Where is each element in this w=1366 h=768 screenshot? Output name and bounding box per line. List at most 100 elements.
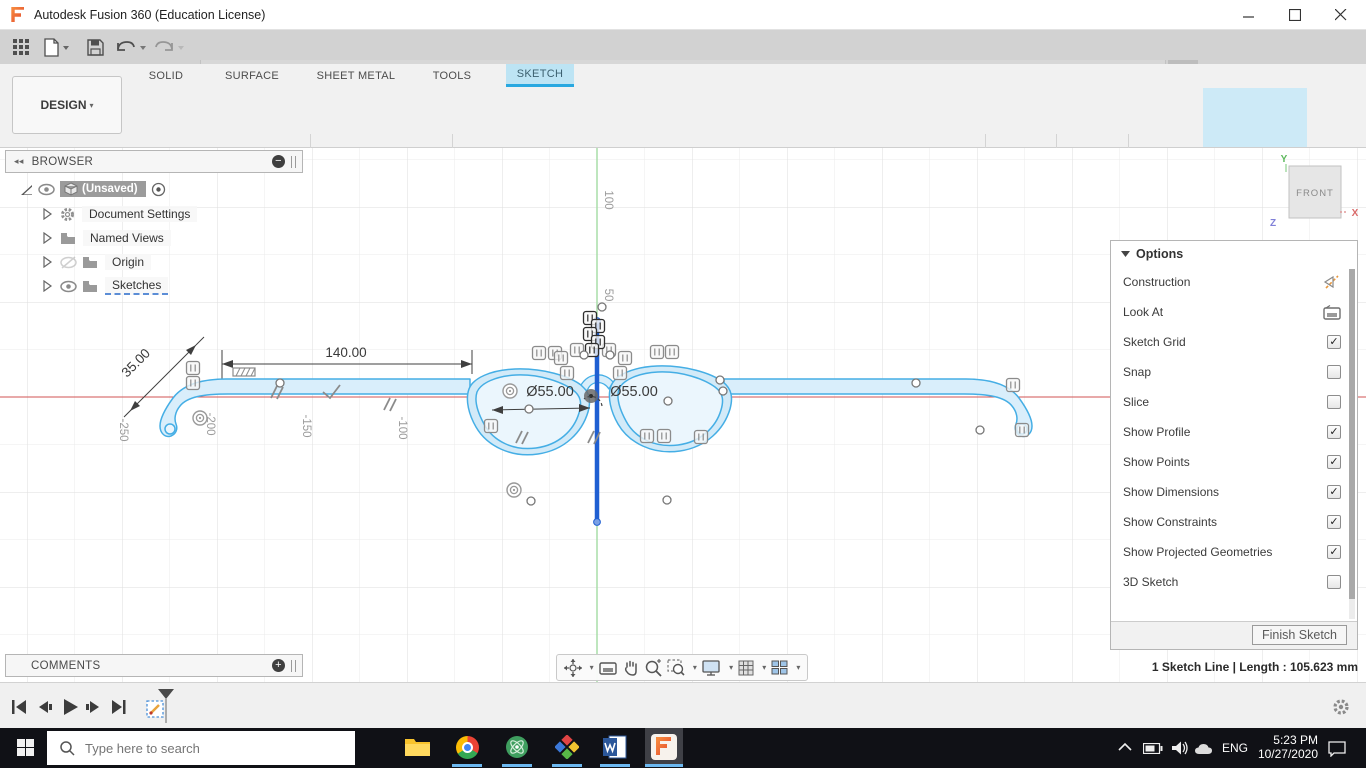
visibility-eye-icon[interactable] (60, 280, 77, 293)
word-icon[interactable] (598, 728, 632, 766)
palette-scrollbar-thumb[interactable] (1349, 269, 1355, 599)
palette-row-3d-sketch[interactable]: 3D Sketch (1111, 567, 1357, 597)
display-settings-caret[interactable]: ▾ (729, 663, 733, 672)
expand-root-icon[interactable] (20, 183, 32, 195)
viewports-caret[interactable]: ▾ (796, 663, 800, 672)
tab-sketch[interactable]: SKETCH (506, 64, 574, 87)
palette-row-show-profile[interactable]: Show Profile ✓ (1111, 417, 1357, 447)
chrome-icon[interactable] (450, 728, 484, 766)
zoom-window-caret[interactable]: ▾ (693, 663, 697, 672)
expand-icon[interactable] (42, 208, 54, 220)
tab-surface[interactable]: SURFACE (216, 64, 288, 87)
tab-tools[interactable]: TOOLS (424, 64, 480, 87)
slice-checkbox[interactable] (1327, 395, 1341, 409)
collapse-browser-icon[interactable]: ◂◂ (14, 156, 24, 167)
folder-icon (61, 232, 75, 244)
construction-icon[interactable] (1323, 274, 1341, 290)
show-dimensions-checkbox[interactable]: ✓ (1327, 485, 1341, 499)
skip-to-end-button (112, 700, 126, 714)
zoom-icon[interactable] (644, 658, 662, 677)
show-points-checkbox[interactable]: ✓ (1327, 455, 1341, 469)
palette-row-show-dimensions[interactable]: Show Dimensions ✓ (1111, 477, 1357, 507)
packet-tracer-icon[interactable] (500, 728, 534, 766)
tray-date: 10/27/2020 (1257, 747, 1318, 761)
display-settings-icon[interactable] (702, 659, 721, 676)
redo-button[interactable] (152, 30, 186, 64)
palette-scrollbar[interactable] (1349, 269, 1355, 619)
viewports-icon[interactable] (771, 660, 788, 675)
show-constraints-checkbox[interactable]: ✓ (1327, 515, 1341, 529)
minimize-button[interactable] (1226, 0, 1272, 30)
comments-grip[interactable] (291, 659, 296, 672)
view-cube-face: FRONT (1296, 188, 1334, 199)
palette-row-show-points[interactable]: Show Points ✓ (1111, 447, 1357, 477)
tray-chevron-icon[interactable] (1118, 742, 1132, 752)
look-at-view-icon[interactable] (598, 660, 617, 675)
visibility-off-eye-icon[interactable] (60, 255, 77, 269)
browser-minimize-icon[interactable]: − (272, 155, 285, 168)
search-icon (60, 741, 75, 756)
expand-icon[interactable] (42, 256, 54, 268)
expand-icon[interactable] (42, 280, 54, 292)
tab-solid[interactable]: SOLID (140, 64, 192, 87)
look-at-icon[interactable] (1323, 304, 1341, 320)
maximize-button[interactable] (1272, 0, 1318, 30)
close-button[interactable] (1318, 0, 1364, 30)
root-document[interactable]: (Unsaved) (60, 181, 146, 197)
tab-sheet-metal[interactable]: SHEET METAL (310, 64, 402, 87)
taskbar-search-input[interactable] (47, 731, 355, 765)
timeline-playback-controls[interactable] (10, 698, 130, 716)
browser-header[interactable]: ◂◂ BROWSER − (5, 150, 303, 173)
onedrive-icon[interactable] (1194, 743, 1213, 755)
timeline-options-gear-icon[interactable] (1332, 698, 1350, 716)
volume-icon[interactable] (1172, 741, 1189, 755)
svg-text:-100: -100 (396, 416, 408, 439)
action-center-icon[interactable] (1328, 741, 1347, 757)
3d-sketch-checkbox[interactable] (1327, 575, 1341, 589)
palette-row-sketch-grid[interactable]: Sketch Grid ✓ (1111, 327, 1357, 357)
activate-radio-icon[interactable] (151, 182, 166, 197)
browser-item-document-settings[interactable]: Document Settings (42, 205, 198, 223)
zoom-window-icon[interactable] (667, 658, 685, 677)
file-explorer-icon[interactable] (400, 728, 434, 766)
add-comment-icon[interactable]: + (272, 659, 285, 672)
running-indicator (452, 764, 482, 767)
browser-item-sketches[interactable]: Sketches (42, 277, 169, 295)
timeline-sketch-feature[interactable] (144, 689, 184, 725)
fusion-taskbar-icon[interactable] (645, 728, 683, 766)
grid-settings-icon[interactable] (738, 660, 754, 676)
browser-item-origin[interactable]: Origin (42, 253, 152, 271)
show-profile-checkbox[interactable]: ✓ (1327, 425, 1341, 439)
palette-row-show-constraints[interactable]: Show Constraints ✓ (1111, 507, 1357, 537)
battery-icon[interactable] (1143, 743, 1163, 754)
orbit-icon[interactable] (563, 658, 582, 677)
palette-row-look-at[interactable]: Look At (1111, 297, 1357, 327)
orbit-caret[interactable]: ▾ (590, 663, 594, 672)
palette-row-construction[interactable]: Construction (1111, 267, 1357, 297)
app-launcher-icon[interactable] (8, 30, 34, 64)
browser-root-row[interactable]: (Unsaved) (20, 180, 166, 198)
browser-grip[interactable] (291, 155, 296, 168)
workspace-selector[interactable]: DESIGN ▾ (12, 76, 122, 134)
pan-icon[interactable] (622, 659, 639, 676)
comments-header[interactable]: COMMENTS + (5, 654, 303, 677)
start-button[interactable] (8, 728, 42, 766)
file-menu-button[interactable] (42, 30, 72, 64)
snap-checkbox[interactable] (1327, 365, 1341, 379)
finish-sketch-button[interactable]: Finish Sketch (1251, 625, 1347, 645)
sketch-grid-checkbox[interactable]: ✓ (1327, 335, 1341, 349)
expand-icon[interactable] (42, 232, 54, 244)
palette-row-show-projected[interactable]: Show Projected Geometries ✓ (1111, 537, 1357, 567)
grid-settings-caret[interactable]: ▾ (762, 663, 766, 672)
show-projected-checkbox[interactable]: ✓ (1327, 545, 1341, 559)
palette-row-snap[interactable]: Snap (1111, 357, 1357, 387)
save-button[interactable] (84, 30, 106, 64)
diamond-app-icon[interactable] (550, 728, 584, 766)
options-section-header[interactable]: Options (1111, 241, 1357, 267)
undo-button[interactable] (114, 30, 148, 64)
palette-row-slice[interactable]: Slice (1111, 387, 1357, 417)
visibility-eye-icon[interactable] (38, 183, 55, 196)
language-indicator[interactable]: ENG (1222, 741, 1248, 755)
clock[interactable]: 5:23 PM 10/27/2020 (1252, 733, 1318, 761)
browser-item-named-views[interactable]: Named Views (42, 229, 171, 247)
